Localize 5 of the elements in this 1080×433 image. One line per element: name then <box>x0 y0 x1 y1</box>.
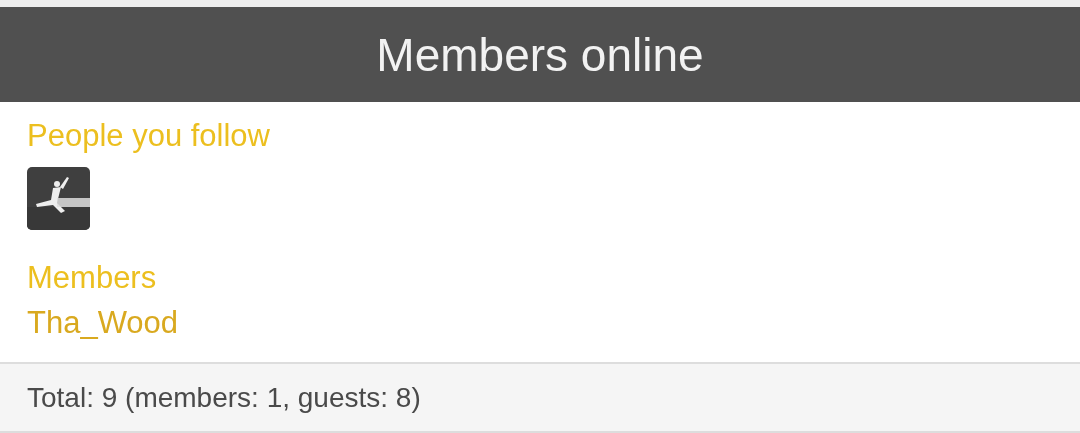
section-heading: People you follow <box>27 117 270 155</box>
section-title: Members online <box>376 31 704 78</box>
total-count: Total: 9 (members: 1, guests: 8) <box>27 380 421 415</box>
member-link[interactable]: Tha_Wood <box>27 302 179 344</box>
section-heading: Members <box>27 259 157 297</box>
